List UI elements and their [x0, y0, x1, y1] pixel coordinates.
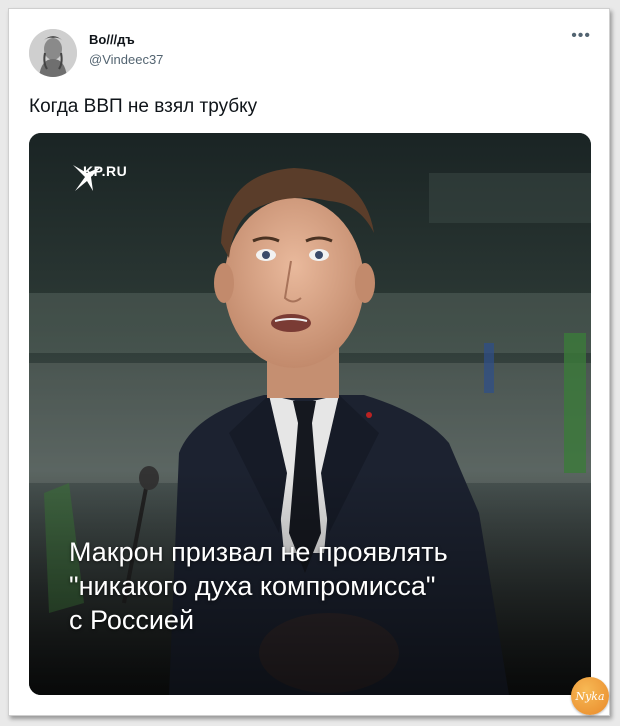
tweet-text: Когда ВВП не взял трубку	[29, 96, 258, 117]
avatar[interactable]	[29, 29, 77, 77]
headline-line: Макрон призвал не проявлять	[69, 537, 448, 567]
brand-logo: KP.RU	[71, 163, 127, 191]
media-headline: Макрон призвал не проявлять "никакого ду…	[69, 535, 549, 637]
bird-logo-icon	[73, 165, 101, 191]
watermark-logo: Nyka	[571, 677, 609, 715]
more-options-icon[interactable]: •••	[571, 27, 591, 45]
headline-line: "никакого духа компромисса"	[69, 571, 436, 601]
display-name[interactable]: Во///дъ	[89, 32, 135, 47]
tweet-media[interactable]: KP.RU Макрон призвал не проявлять "никак…	[29, 133, 591, 695]
user-handle[interactable]: @Vindeec37	[89, 52, 163, 67]
tweet-card: Во///дъ @Vindeec37 ••• Когда ВВП не взял…	[8, 8, 610, 716]
headline-line: с Россией	[69, 605, 195, 635]
avatar-image	[29, 29, 77, 77]
